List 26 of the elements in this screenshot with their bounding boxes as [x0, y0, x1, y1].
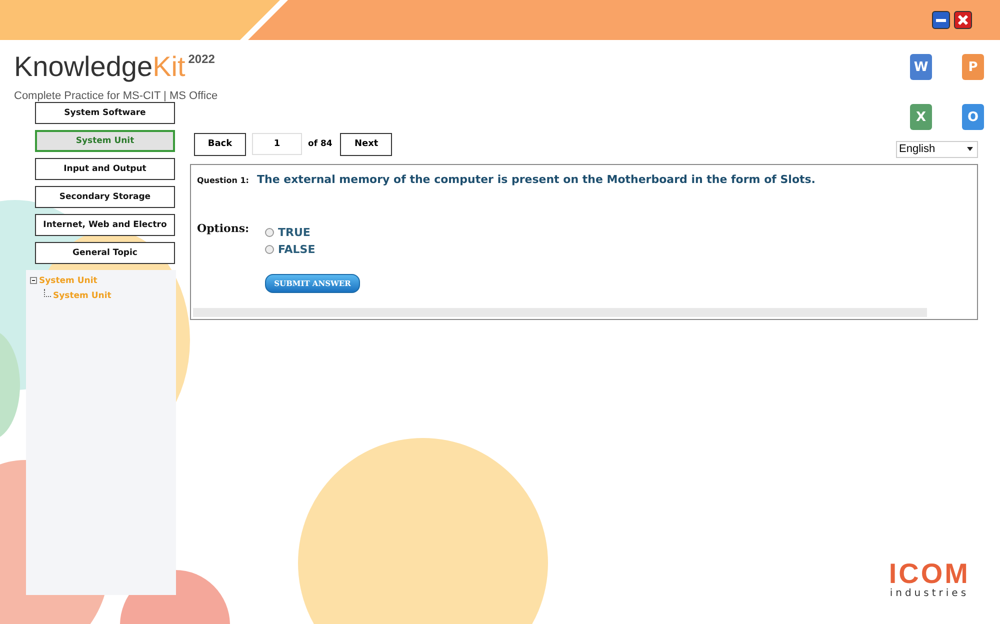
- app-logo: KnowledgeKit$^{2022}$: [14, 52, 216, 82]
- topic-button[interactable]: General Topic: [35, 242, 175, 264]
- app-tagline: Complete Practice for MS-CIT | MS Office: [14, 90, 218, 102]
- back-button[interactable]: Back: [194, 132, 246, 156]
- page-number-field[interactable]: 1: [252, 133, 302, 155]
- topic-button[interactable]: Internet, Web and Electro: [35, 214, 175, 236]
- collapse-icon[interactable]: [30, 277, 37, 284]
- page-total: of 84: [308, 139, 332, 149]
- topic-button[interactable]: Input and Output: [35, 158, 175, 180]
- caret-icon: [967, 147, 973, 151]
- app-icon[interactable]: W: [910, 54, 932, 80]
- question-label: Question 1:: [197, 176, 249, 185]
- answer-radio[interactable]: FALSE: [265, 241, 316, 258]
- options-label: Options:: [197, 222, 250, 237]
- minimize-button[interactable]: [932, 11, 950, 29]
- answer-radio[interactable]: TRUE: [265, 224, 316, 241]
- question-text: The external memory of the computer is present on the Motherboard in the form of Slots.: [257, 173, 816, 186]
- company-tagline: industries: [888, 588, 970, 599]
- topic-button[interactable]: Secondary Storage: [35, 186, 175, 208]
- language-dropdown[interactable]: English: [896, 140, 978, 158]
- topic-button[interactable]: System Unit: [35, 130, 175, 152]
- next-button[interactable]: Next: [340, 132, 392, 156]
- topic-button[interactable]: System Software: [35, 102, 175, 124]
- company-logo: ICOM: [888, 560, 970, 588]
- close-icon: [957, 14, 969, 26]
- close-button[interactable]: [954, 11, 972, 29]
